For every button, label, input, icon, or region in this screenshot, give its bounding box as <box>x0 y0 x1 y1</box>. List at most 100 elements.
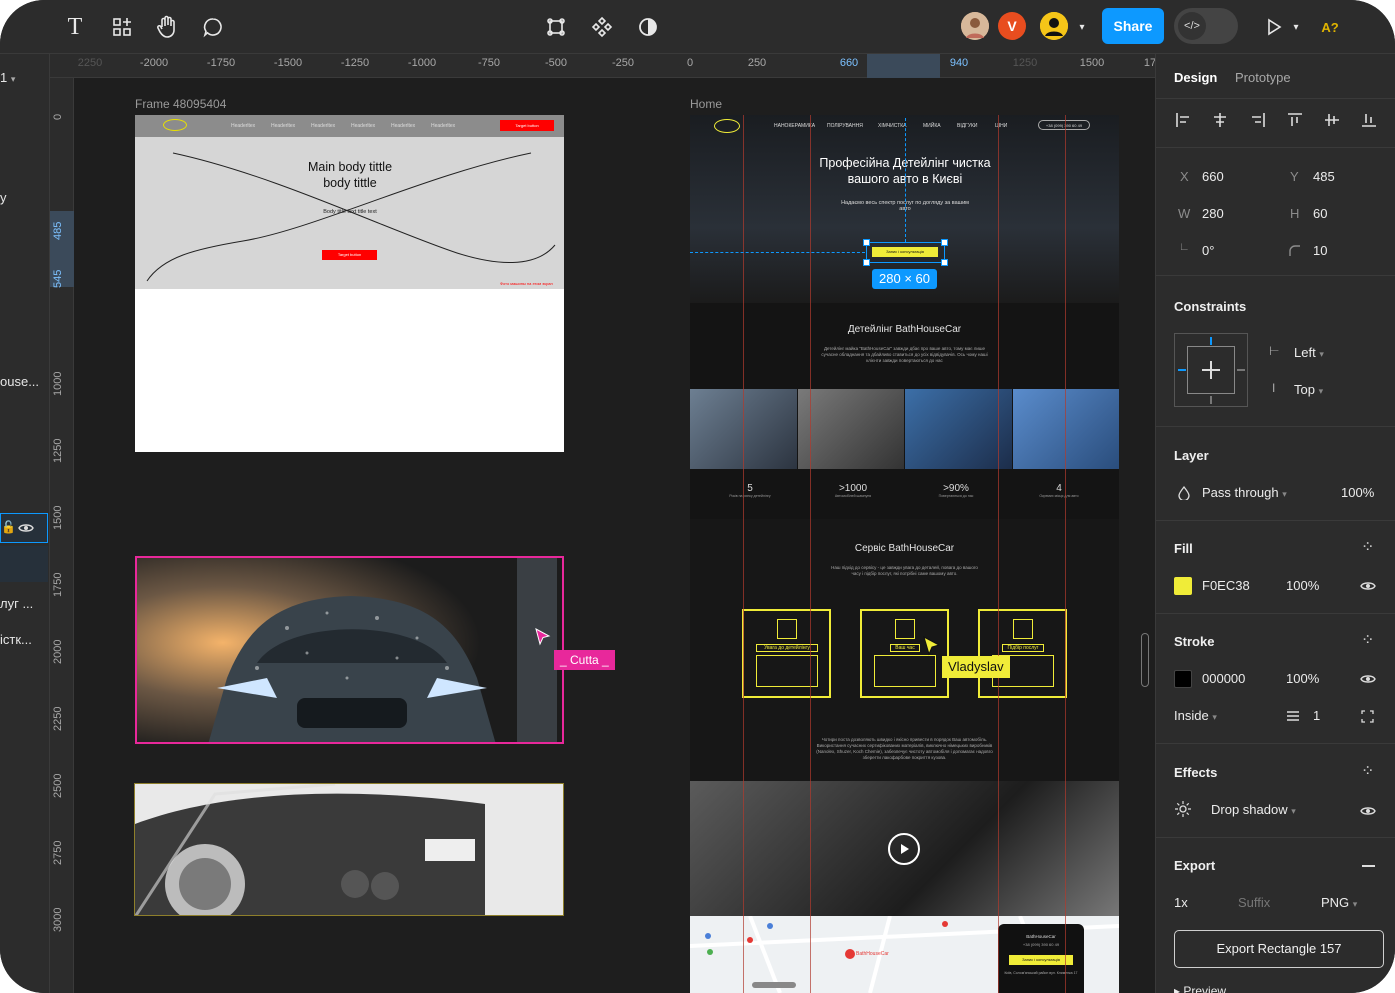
constraint-right[interactable] <box>1237 369 1245 371</box>
hand-tool-icon[interactable] <box>153 13 181 41</box>
wireframe-frame[interactable]: Headerltex Headerltex Headerltex Headerl… <box>135 115 564 452</box>
frame-label[interactable]: Home <box>690 97 722 111</box>
share-button[interactable]: Share <box>1102 8 1164 44</box>
text-tool-icon[interactable]: T <box>61 13 89 41</box>
ruler-tick: -750 <box>477 57 501 69</box>
drop-shadow-icon[interactable] <box>1174 800 1192 818</box>
car-wash-image[interactable] <box>134 783 564 916</box>
eye-icon[interactable] <box>18 522 34 534</box>
layer-item[interactable]: y <box>0 190 7 205</box>
align-bottom-icon[interactable] <box>1360 111 1378 129</box>
chevron-down-icon[interactable]: ▾ <box>1068 13 1096 41</box>
contrast-icon[interactable] <box>634 13 662 41</box>
align-right-icon[interactable] <box>1249 111 1267 129</box>
rotation-input[interactable]: 0° <box>1202 243 1214 258</box>
fill-hex-input[interactable]: F0EC38 <box>1202 578 1250 593</box>
frame-tool-icon[interactable] <box>542 13 570 41</box>
dev-mode-toggle[interactable]: </> <box>1174 8 1238 44</box>
component-icon[interactable] <box>588 13 616 41</box>
resize-handle[interactable] <box>941 239 948 246</box>
stroke-hex-input[interactable]: 000000 <box>1202 671 1245 686</box>
resize-handle[interactable] <box>863 239 870 246</box>
selected-hero-button[interactable]: Запис і консультація <box>863 239 948 266</box>
constraint-top[interactable] <box>1210 337 1212 345</box>
styles-grid-icon[interactable]: ⁘ <box>1361 537 1374 557</box>
export-format-select[interactable]: PNG ▾ <box>1321 895 1357 910</box>
eye-icon[interactable] <box>1360 673 1376 685</box>
constraint-left[interactable] <box>1178 369 1186 371</box>
gallery-photo <box>798 389 904 469</box>
resize-handle[interactable] <box>941 259 948 266</box>
lock-icon[interactable]: 🔓 <box>1 520 16 534</box>
layer-opacity-input[interactable]: 100% <box>1341 485 1374 500</box>
vertical-constraint-select[interactable]: Top ▾ <box>1294 382 1323 397</box>
gallery <box>690 389 1119 469</box>
frame-label[interactable]: Frame 48095404 <box>135 97 226 111</box>
constraint-bottom[interactable] <box>1210 396 1212 404</box>
export-scale-select[interactable]: 1x <box>1174 895 1188 910</box>
eye-icon[interactable] <box>1360 805 1376 817</box>
stroke-opacity-input[interactable]: 100% <box>1286 671 1319 686</box>
wire-hero: Main body tittle body tittle Body title … <box>135 137 564 289</box>
stroke-position-select[interactable]: Inside ▾ <box>1174 708 1217 723</box>
horizontal-constraint-select[interactable]: Left ▾ <box>1294 345 1324 360</box>
ruler-tick: 2750 <box>52 840 64 865</box>
x-input[interactable]: 660 <box>1202 169 1224 184</box>
remove-export-icon[interactable] <box>1362 865 1375 867</box>
ruler-tick: 2000 <box>52 639 64 664</box>
constraint-center[interactable] <box>1202 361 1220 379</box>
align-top-icon[interactable] <box>1286 111 1304 129</box>
styles-grid-icon[interactable]: ⁘ <box>1361 761 1374 781</box>
constraints-widget[interactable] <box>1174 333 1248 407</box>
stroke-title: Stroke <box>1174 634 1215 649</box>
collaborator-avatar-photo[interactable] <box>961 12 989 40</box>
y-input[interactable]: 485 <box>1313 169 1335 184</box>
radius-input[interactable]: 10 <box>1313 243 1327 258</box>
fill-color-swatch[interactable] <box>1174 577 1192 595</box>
align-center-h-icon[interactable] <box>1211 111 1229 129</box>
tab-design[interactable]: Design <box>1174 70 1217 85</box>
vertical-scrollbar[interactable] <box>1141 633 1149 687</box>
preview-toggle[interactable]: ▸ Preview <box>1174 984 1226 993</box>
width-input[interactable]: 280 <box>1202 206 1224 221</box>
collaborator-avatar-v[interactable]: V <box>998 12 1026 40</box>
comment-icon[interactable] <box>199 13 227 41</box>
wire-button: Target button <box>322 250 377 260</box>
layer-item[interactable]: ouse... <box>0 374 39 389</box>
rotation-icon: ∟ <box>1179 241 1190 253</box>
align-left-icon[interactable] <box>1174 111 1192 129</box>
styles-grid-icon[interactable]: ⁘ <box>1361 630 1374 650</box>
layer-item[interactable]: луг ... <box>0 596 33 611</box>
video-section <box>690 781 1119 916</box>
height-input[interactable]: 60 <box>1313 206 1327 221</box>
measure-guide <box>905 118 906 242</box>
hero-button[interactable]: Запис і консультація <box>872 247 938 257</box>
eye-icon[interactable] <box>1360 580 1376 592</box>
missing-fonts-icon[interactable]: A? <box>1316 13 1344 41</box>
page-selector[interactable]: 1 ▾ <box>0 70 15 85</box>
top-toolbar: T V ▾ Share </> ▾ A? <box>0 0 1395 54</box>
effect-type-select[interactable]: Drop shadow ▾ <box>1211 802 1296 817</box>
ruler-tick: -500 <box>544 57 568 69</box>
resize-handle[interactable] <box>863 259 870 266</box>
horizontal-scrollbar[interactable] <box>752 982 796 988</box>
layer-item[interactable]: істк... <box>0 632 32 647</box>
export-button[interactable]: Export Rectangle 157 <box>1174 930 1384 968</box>
align-center-v-icon[interactable] <box>1323 111 1341 129</box>
stroke-color-swatch[interactable] <box>1174 670 1192 688</box>
resources-icon[interactable] <box>108 13 136 41</box>
layer-item-selected[interactable]: 🔓 <box>0 513 48 543</box>
individual-strokes-icon[interactable] <box>1361 710 1374 723</box>
blend-mode-select[interactable]: Pass through ▾ <box>1202 485 1287 500</box>
clock-icon <box>895 619 915 639</box>
car-foam-image[interactable] <box>135 556 564 744</box>
export-suffix-input[interactable]: Suffix <box>1238 895 1270 910</box>
user-avatar[interactable] <box>1040 12 1068 40</box>
play-icon[interactable] <box>888 833 920 865</box>
fill-opacity-input[interactable]: 100% <box>1286 578 1319 593</box>
nav-item: ПОЛІРУВАННЯ <box>827 123 863 129</box>
chevron-down-icon[interactable]: ▾ <box>1282 13 1310 41</box>
layer-item-highlight[interactable] <box>0 546 48 582</box>
tab-prototype[interactable]: Prototype <box>1235 70 1291 85</box>
stroke-weight-input[interactable]: 1 <box>1313 708 1320 723</box>
